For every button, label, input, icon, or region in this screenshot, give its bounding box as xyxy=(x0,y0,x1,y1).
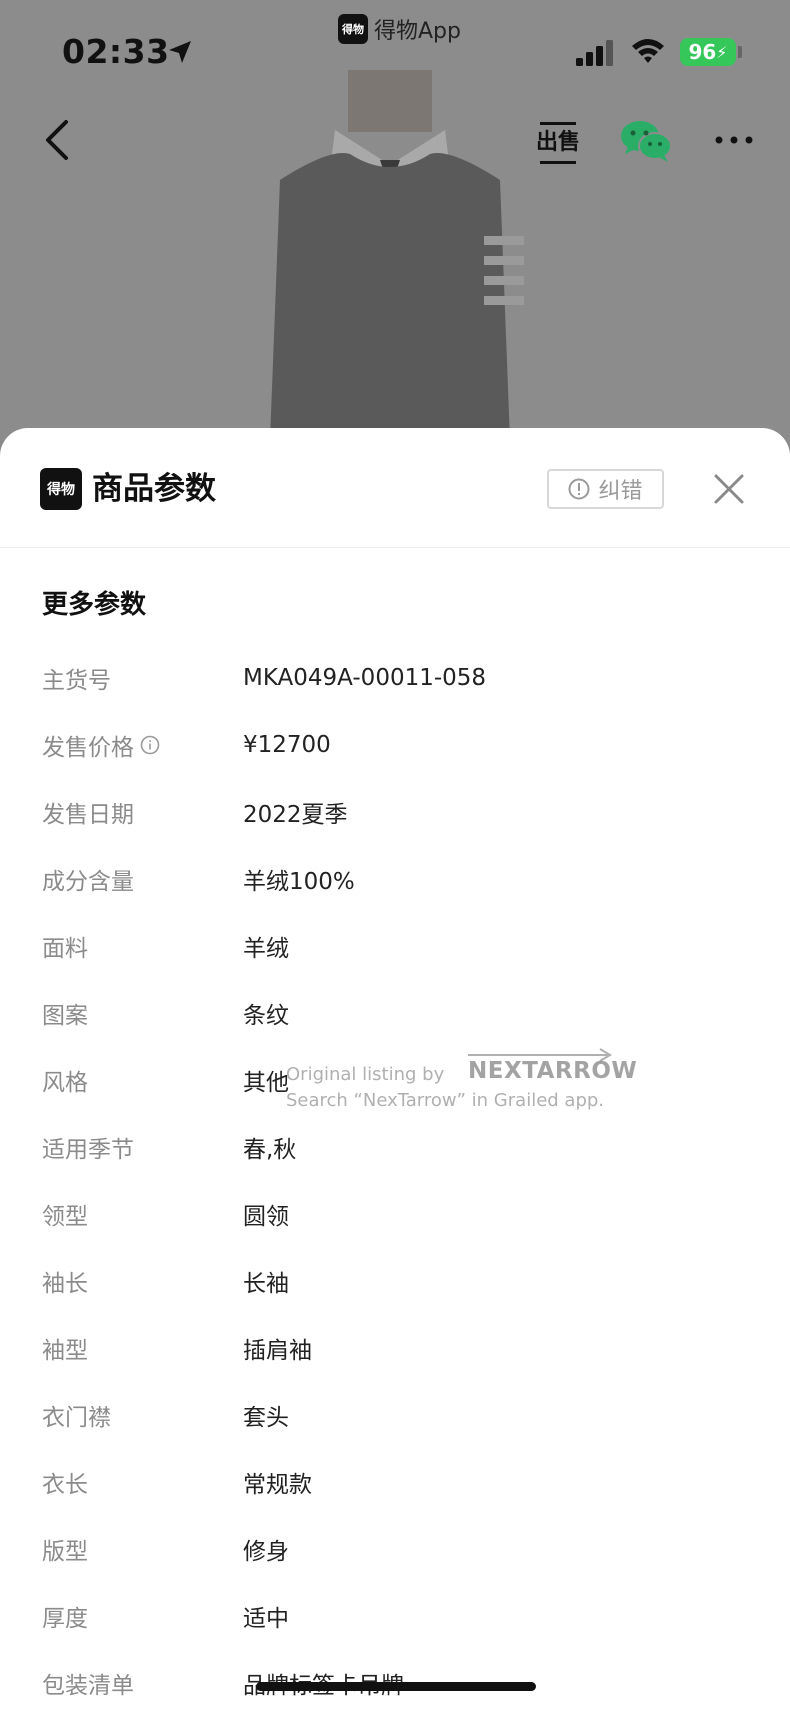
sheet-title: 商品参数 xyxy=(92,471,216,507)
param-value: 适中 xyxy=(243,1605,289,1632)
param-key-label: 厚度 xyxy=(42,1605,88,1632)
sheet-header: 得物 商品参数 纠错 xyxy=(0,428,790,548)
param-key: 版型 xyxy=(42,1532,88,1566)
param-value: 羊绒 xyxy=(243,935,289,962)
param-value: 插肩袖 xyxy=(243,1337,312,1364)
param-row: 成分含量 羊绒100% xyxy=(0,845,790,912)
param-key: 袖长 xyxy=(42,1264,88,1298)
location-arrow-icon xyxy=(169,41,191,63)
app-logo-icon: 得物 xyxy=(338,14,368,44)
param-value: 春,秋 xyxy=(243,1136,297,1163)
report-error-label: 纠错 xyxy=(598,479,643,504)
param-key-label: 成分含量 xyxy=(42,868,134,895)
param-list: 主货号 MKA049A-00011-058 发售价格 ¥12700 发售日期 2022夏季… xyxy=(0,644,790,1710)
param-row: 主货号 MKA049A-00011-058 xyxy=(0,644,790,711)
param-row: 领型 圆领 xyxy=(0,1180,790,1247)
param-row: 版型 修身 xyxy=(0,1515,790,1582)
param-key-label: 发售价格 xyxy=(42,734,134,761)
wifi-icon xyxy=(632,39,664,63)
param-key: 图案 xyxy=(42,996,88,1030)
param-row: 面料 羊绒 xyxy=(0,912,790,979)
param-row: 发售日期 2022夏季 xyxy=(0,778,790,845)
return-to-app-badge[interactable]: 得物 得物App xyxy=(338,14,461,44)
watermark-line1: Original listing by xyxy=(286,1064,445,1085)
home-indicator[interactable] xyxy=(256,1682,536,1691)
param-value: 条纹 xyxy=(243,1002,289,1029)
section-title: 更多参数 xyxy=(42,590,147,620)
battery-tip xyxy=(738,46,742,58)
param-value: 修身 xyxy=(243,1538,289,1565)
report-error-button[interactable]: 纠错 xyxy=(547,469,664,509)
param-value: 其他 xyxy=(243,1069,289,1096)
wechat-icon[interactable] xyxy=(620,118,672,164)
param-key: 主货号 xyxy=(42,661,111,695)
close-icon[interactable] xyxy=(712,472,746,506)
param-key-label: 主货号 xyxy=(42,667,111,694)
info-icon[interactable] xyxy=(140,735,160,755)
param-key-label: 发售日期 xyxy=(42,801,134,828)
param-key-label: 衣长 xyxy=(42,1471,88,1498)
product-photo xyxy=(270,70,524,440)
param-key: 适用季节 xyxy=(42,1130,134,1164)
param-key-label: 衣门襟 xyxy=(42,1404,111,1431)
param-value: 圆领 xyxy=(243,1203,289,1230)
param-row: 厚度 适中 xyxy=(0,1582,790,1649)
param-value: ¥12700 xyxy=(243,731,331,758)
param-value: 长袖 xyxy=(243,1270,289,1297)
param-row: 衣门襟 套头 xyxy=(0,1381,790,1448)
status-bar: 02:33 得物 得物App 96 ⚡ xyxy=(0,0,790,110)
cellular-signal-icon xyxy=(576,40,613,66)
param-key-label: 版型 xyxy=(42,1538,88,1565)
app-badge-label: 得物App xyxy=(374,19,461,44)
param-row: 袖型 插肩袖 xyxy=(0,1314,790,1381)
param-value: 常规款 xyxy=(243,1471,312,1498)
dewu-logo-icon: 得物 xyxy=(40,468,82,510)
param-row: 袖长 长袖 xyxy=(0,1247,790,1314)
param-key-label: 包装清单 xyxy=(42,1672,134,1699)
sell-button[interactable]: 出售 xyxy=(536,122,580,164)
param-value: 套头 xyxy=(243,1404,289,1431)
param-key: 成分含量 xyxy=(42,862,134,896)
param-key-label: 面料 xyxy=(42,935,88,962)
param-key-label: 图案 xyxy=(42,1002,88,1029)
param-key: 衣门襟 xyxy=(42,1398,111,1432)
param-key: 包装清单 xyxy=(42,1666,134,1700)
battery-level: 96 xyxy=(688,40,717,64)
param-key-label: 袖长 xyxy=(42,1270,88,1297)
param-value: 2022夏季 xyxy=(243,801,348,828)
param-key: 厚度 xyxy=(42,1599,88,1633)
param-value: 羊绒100% xyxy=(243,868,355,895)
param-key-label: 风格 xyxy=(42,1069,88,1096)
param-key: 风格 xyxy=(42,1063,88,1097)
param-key[interactable]: 发售价格 xyxy=(42,728,160,762)
param-key-label: 袖型 xyxy=(42,1337,88,1364)
watermark-brand: NEXTARROW xyxy=(468,1058,638,1084)
param-value: MKA049A-00011-058 xyxy=(243,664,487,691)
battery-indicator: 96 ⚡ xyxy=(680,38,736,66)
param-key-label: 领型 xyxy=(42,1203,88,1230)
more-icon[interactable] xyxy=(714,130,754,150)
param-key-label: 适用季节 xyxy=(42,1136,134,1163)
param-key: 面料 xyxy=(42,929,88,963)
param-row: 衣长 常规款 xyxy=(0,1448,790,1515)
watermark: Original listing by NEXTARROW Search “Ne… xyxy=(286,1048,637,1126)
exclamation-circle-icon xyxy=(568,478,590,500)
param-key: 袖型 xyxy=(42,1331,88,1365)
param-key: 衣长 xyxy=(42,1465,88,1499)
back-icon[interactable] xyxy=(40,116,76,164)
watermark-line2: Search “NexTarrow” in Grailed app. xyxy=(286,1090,605,1111)
status-time: 02:33 xyxy=(62,32,170,71)
param-key: 领型 xyxy=(42,1197,88,1231)
param-row: 图案 条纹 xyxy=(0,979,790,1046)
param-key: 发售日期 xyxy=(42,795,134,829)
param-row: 包装清单品牌标签卡吊牌 xyxy=(0,1649,790,1710)
param-row: 发售价格 ¥12700 xyxy=(0,711,790,778)
